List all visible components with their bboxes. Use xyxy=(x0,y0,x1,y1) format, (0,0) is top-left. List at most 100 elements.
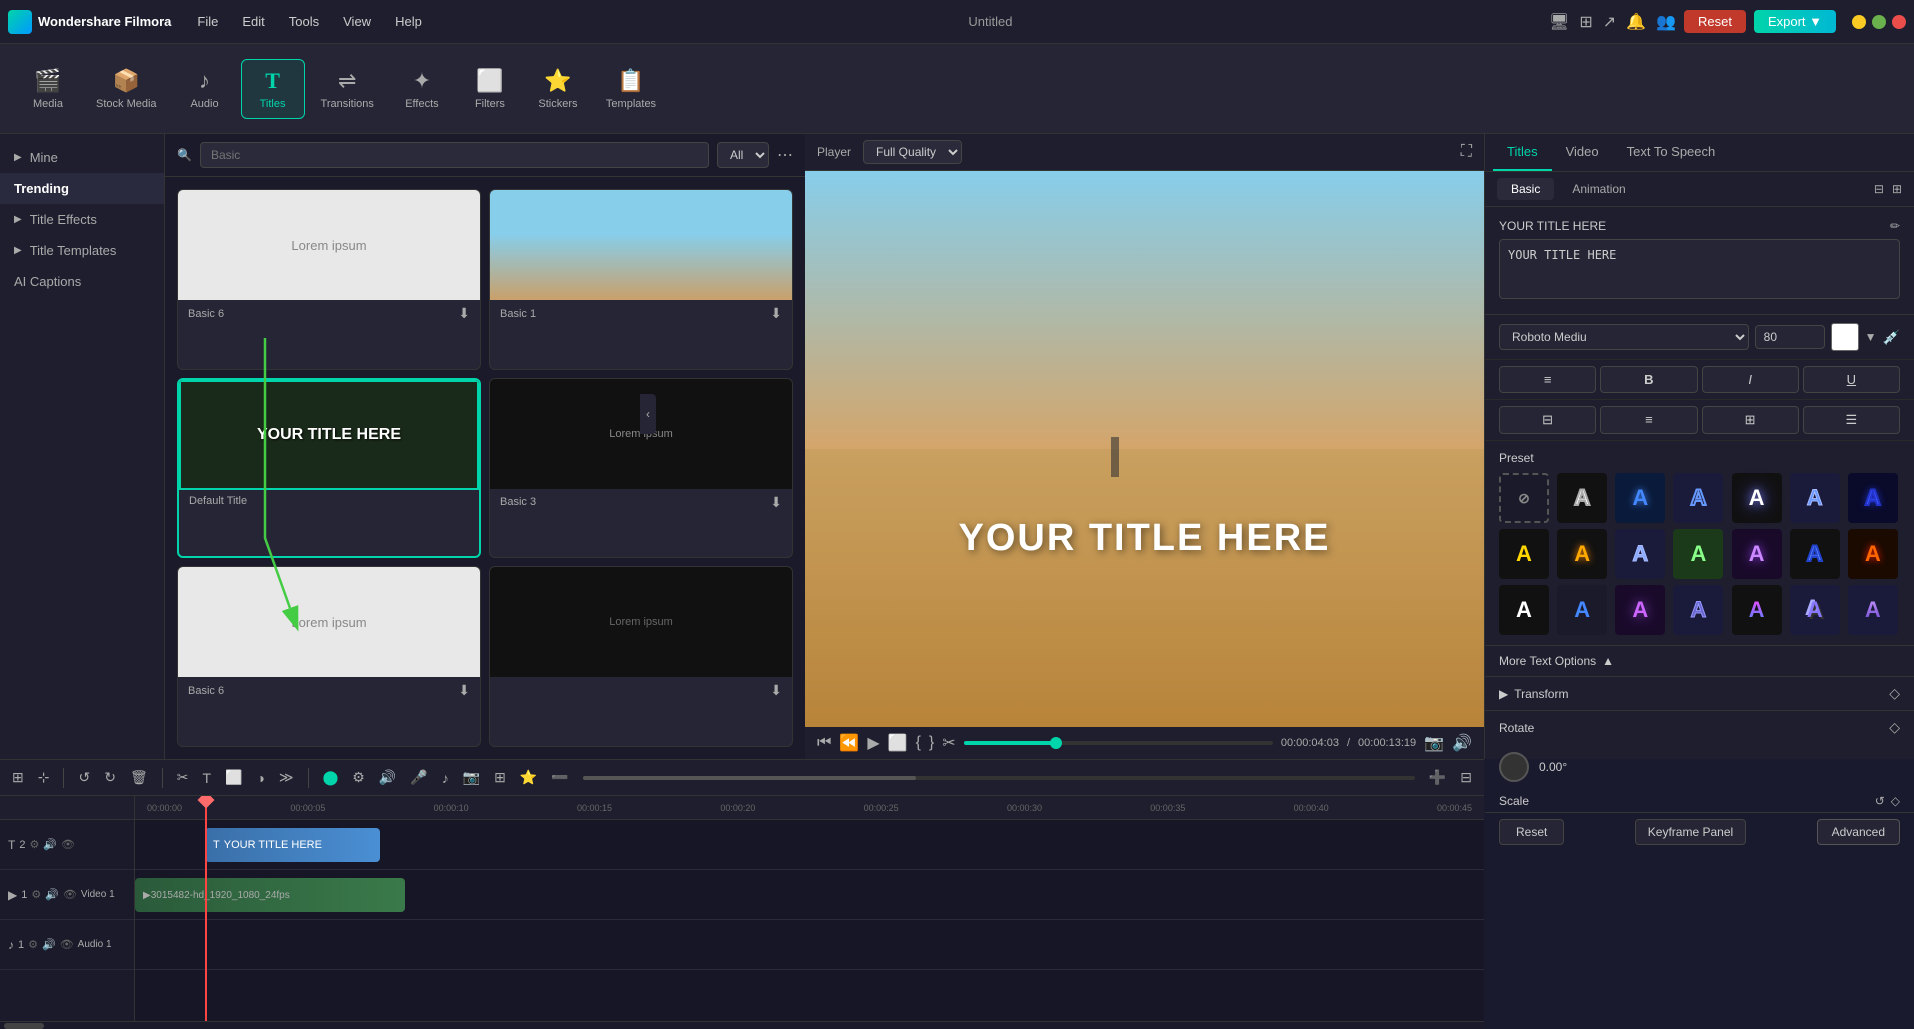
sidebar-item-title-effects[interactable]: ▶ Title Effects xyxy=(0,204,164,235)
track2-volume-icon[interactable]: 🔊 xyxy=(43,838,57,851)
preset-5[interactable]: A xyxy=(1790,473,1840,523)
audio-settings-icon[interactable]: ⚙ xyxy=(28,938,38,951)
download-icon[interactable]: ⬇ xyxy=(770,305,782,322)
grid-lines-button[interactable]: ⊟ xyxy=(1456,767,1476,788)
minimize-button[interactable] xyxy=(1852,15,1866,29)
subtab-basic[interactable]: Basic xyxy=(1497,178,1554,200)
preset-2[interactable]: A xyxy=(1615,473,1665,523)
filter-select[interactable]: All xyxy=(717,142,769,168)
subtab-animation[interactable]: Animation xyxy=(1558,178,1639,200)
tab-text-to-speech[interactable]: Text To Speech xyxy=(1613,134,1730,171)
music-button[interactable]: ♪ xyxy=(438,768,453,788)
preset-3[interactable]: A xyxy=(1673,473,1723,523)
maximize-button[interactable] xyxy=(1872,15,1886,29)
tab-titles[interactable]: Titles xyxy=(1493,134,1552,171)
reset-button[interactable]: Reset xyxy=(1499,819,1564,845)
skip-back-button[interactable]: ⏮ xyxy=(817,734,831,752)
sticker-tool[interactable]: ⭐ xyxy=(516,767,541,788)
menu-help[interactable]: Help xyxy=(385,10,432,33)
align-justify-button[interactable]: ☰ xyxy=(1803,406,1900,434)
share-icon[interactable]: ↗ xyxy=(1603,12,1616,32)
tool-media[interactable]: 🎬 Media xyxy=(16,60,80,118)
preset-15[interactable]: A xyxy=(1557,585,1607,635)
preset-7[interactable]: A xyxy=(1499,529,1549,579)
scroll-thumb[interactable] xyxy=(4,1023,44,1029)
tool-titles[interactable]: T Titles xyxy=(241,59,305,119)
plus-button[interactable]: ➕ xyxy=(1425,767,1450,788)
track2-eye-icon[interactable]: 👁 xyxy=(61,838,75,851)
scale-keyframe-icon[interactable]: ◇ xyxy=(1891,794,1900,808)
fullscreen-icon[interactable]: ⛶ xyxy=(1461,143,1472,161)
redo-button[interactable]: ↻ xyxy=(100,767,120,788)
font-size-input[interactable] xyxy=(1755,325,1825,349)
download-icon[interactable]: ⬇ xyxy=(458,305,470,322)
grid-item-basic3b[interactable]: Lorem ipsum ⬇ xyxy=(489,566,793,747)
italic-button[interactable]: I xyxy=(1702,366,1799,393)
preset-11[interactable]: A xyxy=(1732,529,1782,579)
underline-button[interactable]: U xyxy=(1803,366,1900,393)
add-track-button[interactable]: ⊞ xyxy=(8,767,28,788)
panel-icon2[interactable]: ⊞ xyxy=(1892,182,1902,196)
tool-filters[interactable]: ⬜ Filters xyxy=(458,60,522,118)
eyedropper-icon[interactable]: 💉 xyxy=(1883,329,1900,346)
title-textarea[interactable]: YOUR TITLE HERE xyxy=(1499,239,1900,299)
mark-in-button[interactable]: { xyxy=(916,734,921,752)
preset-1[interactable]: A xyxy=(1557,473,1607,523)
crop-button[interactable]: ⬜ xyxy=(888,733,908,753)
menu-edit[interactable]: Edit xyxy=(232,10,274,33)
preset-20[interactable]: A xyxy=(1848,585,1898,635)
undo-button[interactable]: ↺ xyxy=(74,767,94,788)
voiceover-button[interactable]: 🎤 xyxy=(406,767,431,788)
grid-item-basic6b[interactable]: Lorem ipsum Basic 6 ⬇ xyxy=(177,566,481,747)
cut-button[interactable]: ✂ xyxy=(173,767,193,788)
transform-keyframe-icon[interactable]: ◇ xyxy=(1889,685,1900,702)
preset-12[interactable]: A xyxy=(1790,529,1840,579)
grid-item-basic1[interactable]: Basic 1 ⬇ xyxy=(489,189,793,370)
keyframe-panel-button[interactable]: Keyframe Panel xyxy=(1635,819,1746,845)
tool-stock[interactable]: 📦 Stock Media xyxy=(84,60,169,118)
progress-bar[interactable] xyxy=(964,741,1273,745)
sidebar-item-trending[interactable]: Trending xyxy=(0,173,164,204)
step-back-button[interactable]: ⏪ xyxy=(839,733,859,753)
tool-effects[interactable]: ✦ Effects xyxy=(390,60,454,118)
grid-item-basic6[interactable]: Lorem ipsum Basic 6 ⬇ xyxy=(177,189,481,370)
sidebar-item-ai-captions[interactable]: AI Captions xyxy=(0,266,164,297)
preset-none[interactable]: ⊘ xyxy=(1499,473,1549,523)
advanced-button[interactable]: Advanced xyxy=(1817,819,1900,845)
mark-out-button[interactable]: } xyxy=(929,734,934,752)
record-button[interactable]: ⬤ xyxy=(319,767,343,788)
grid-item-default[interactable]: YOUR TITLE HERE Default Title xyxy=(177,378,481,559)
tool-audio[interactable]: ♪ Audio xyxy=(173,60,237,118)
volume-button[interactable]: 🔊 xyxy=(1452,733,1472,753)
color-picker[interactable] xyxy=(1831,323,1859,351)
track1-volume-icon[interactable]: 🔊 xyxy=(45,888,59,901)
purchase-button[interactable]: Reset xyxy=(1684,10,1746,33)
zoom-control[interactable] xyxy=(583,776,1415,780)
more-text-options[interactable]: More Text Options ▲ xyxy=(1485,645,1914,676)
title-clip[interactable]: T YOUR TITLE HERE xyxy=(205,828,380,862)
preset-13[interactable]: A xyxy=(1848,529,1898,579)
search-input[interactable] xyxy=(200,142,709,168)
tool-templates[interactable]: 📋 Templates xyxy=(594,60,668,118)
menu-view[interactable]: View xyxy=(333,10,381,33)
tab-video[interactable]: Video xyxy=(1552,134,1613,171)
tool-transitions[interactable]: ⇌ Transitions xyxy=(309,60,386,118)
camera-tool[interactable]: 📷 xyxy=(459,767,484,788)
playhead[interactable] xyxy=(205,796,207,1021)
monitor-icon[interactable]: 🖥 xyxy=(1549,12,1569,32)
tool-stickers[interactable]: ⭐ Stickers xyxy=(526,60,590,118)
preset-14[interactable]: A xyxy=(1499,585,1549,635)
preset-9[interactable]: A xyxy=(1615,529,1665,579)
more-tools[interactable]: ≫ xyxy=(275,767,298,788)
audio-volume-icon[interactable]: 🔊 xyxy=(42,938,56,951)
camera-button[interactable]: 📷 xyxy=(1424,733,1444,753)
sidebar-item-title-templates[interactable]: ▶ Title Templates xyxy=(0,235,164,266)
menu-tools[interactable]: Tools xyxy=(279,10,329,33)
preset-6[interactable]: A xyxy=(1848,473,1898,523)
crop-tool[interactable]: ⬜ xyxy=(221,767,246,788)
track2-settings-icon[interactable]: ⚙ xyxy=(29,838,39,851)
quality-select[interactable]: Full Quality xyxy=(863,140,962,164)
download-icon[interactable]: ⬇ xyxy=(770,494,782,511)
font-select[interactable]: Roboto Mediu xyxy=(1499,324,1749,350)
play-button[interactable]: ▶ xyxy=(867,733,879,753)
